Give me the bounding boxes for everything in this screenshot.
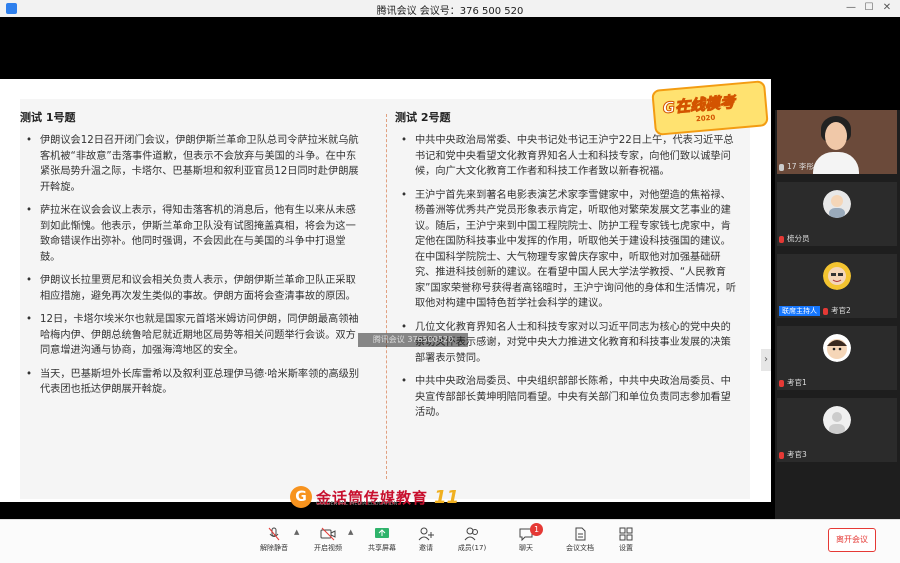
video-options-caret-icon[interactable]: ▲	[348, 528, 353, 536]
invite-button[interactable]: 邀请	[404, 524, 448, 560]
exam-document: 测试 1号题 伊朗议会12日召开闭门会议，伊朗伊斯兰革命卫队总司令萨拉米就乌航客…	[20, 99, 750, 508]
participant-face	[825, 122, 847, 150]
video-off-icon	[320, 527, 336, 541]
column-divider	[386, 114, 387, 479]
meeting-watermark: 腾讯会议 376500520	[358, 333, 468, 347]
list-item: 12日，卡塔尔埃米尔也就是国家元首塔米姆访问伊朗，同伊朗最高领袖哈梅内伊、伊朗总…	[20, 312, 375, 359]
left-column: 测试 1号题 伊朗议会12日召开闭门会议，伊朗伊斯兰革命卫队总司令萨拉米就乌航客…	[20, 99, 375, 499]
close-icon[interactable]: ✕	[880, 1, 894, 15]
participant-tile[interactable]: 考官1	[777, 326, 897, 390]
shared-screen-area: 测试 1号题 伊朗议会12日召开闭门会议，伊朗伊斯兰革命卫队总司令萨拉米就乌航客…	[0, 17, 900, 520]
participant-tile[interactable]: 17 李彤	[777, 110, 897, 174]
members-button[interactable]: 成员(17)	[450, 524, 494, 560]
unmute-button[interactable]: 解除静音	[252, 524, 296, 560]
mic-icon	[779, 163, 784, 171]
mic-muted-icon	[779, 451, 784, 459]
mic-muted-icon	[779, 379, 784, 387]
meeting-docs-button[interactable]: 会议文档	[558, 524, 602, 560]
share-screen-button[interactable]: 共享屏幕	[360, 524, 404, 560]
left-bullet-list: 伊朗议会12日召开闭门会议，伊朗伊斯兰革命卫队总司令萨拉米就乌航客机被“非故意”…	[20, 133, 375, 398]
window-title: 腾讯会议 会议号：376 500 520	[376, 6, 524, 17]
participant-label: 17 李彤	[779, 161, 814, 172]
settings-icon	[619, 527, 633, 541]
settings-button[interactable]: 设置	[604, 524, 648, 560]
document-icon	[575, 527, 586, 541]
minimize-icon[interactable]: —	[844, 1, 858, 15]
avatar	[823, 334, 851, 362]
shared-slide: 测试 1号题 伊朗议会12日召开闭门会议，伊朗伊斯兰革命卫队总司令萨拉米就乌航客…	[0, 79, 771, 508]
left-heading: 测试 1号题	[20, 111, 76, 124]
start-video-button[interactable]: 开启视频	[306, 524, 350, 560]
badge-year: 2020	[695, 113, 716, 124]
share-screen-icon	[375, 528, 389, 538]
title-bar: 腾讯会议 会议号：376 500 520 — ☐ ✕	[0, 0, 900, 18]
participant-tile[interactable]: 梳分员	[777, 182, 897, 246]
avatar	[823, 190, 851, 218]
invite-icon	[418, 527, 434, 541]
brand-g-icon: G	[290, 486, 312, 508]
mic-muted-icon	[779, 235, 784, 243]
brand-number: 11	[434, 486, 460, 508]
list-item: 伊朗议长拉里贾尼和议会相关负责人表示，伊朗伊斯兰革命卫队正采取相应措施，避免再次…	[20, 273, 375, 304]
list-item: 中共中央政治局常委、中央书记处书记王沪宁22日上午，代表习近平总书记和党中央看望…	[395, 133, 750, 180]
avatar	[823, 406, 851, 434]
participant-label: 考官3	[779, 449, 807, 460]
meeting-toolbar: 解除静音 ▲ 开启视频 ▲ 共享屏幕 邀请 成员(17) 聊天 会议文档 设置	[0, 519, 900, 563]
list-item: 王沪宁首先来到著名电影表演艺术家李雪健家中，对他塑造的焦裕禄、杨善洲等优秀共产党…	[395, 188, 750, 312]
participant-label: 联席主持人 考官2	[779, 305, 851, 316]
participant-label: 考官1	[779, 377, 807, 388]
collapse-arrow-icon[interactable]: ›	[761, 349, 771, 371]
participant-tile[interactable]: 考官3	[777, 398, 897, 462]
list-item: 伊朗议会12日召开闭门会议，伊朗伊斯兰革命卫队总司令萨拉米就乌航客机被“非故意”…	[20, 133, 375, 195]
chat-unread-badge: 1	[530, 523, 543, 536]
mic-muted-icon	[268, 527, 280, 541]
right-column: 测试 2号题 中共中央政治局常委、中央书记处书记王沪宁22日上午，代表习近平总书…	[395, 99, 750, 499]
list-item: 当天，巴基斯坦外长库雷希以及叙利亚总理伊马德·哈米斯率领的高级别代表团也抵达伊朗…	[20, 367, 375, 398]
right-bullet-list: 中共中央政治局常委、中央书记处书记王沪宁22日上午，代表习近平总书记和党中央看望…	[395, 133, 750, 421]
cohost-tag: 联席主持人	[779, 306, 820, 316]
participant-tile[interactable]: 联席主持人 考官2	[777, 254, 897, 318]
participant-body	[813, 152, 859, 174]
brand-logo: G 金话筒传媒教育 GOLDEN-MIC MEDIA EDUCATION 11	[290, 484, 459, 510]
participant-panel: 17 李彤 梳分员 联席主持人 考官2 考官1 考官3	[775, 110, 900, 520]
participant-label: 梳分员	[779, 233, 810, 244]
brand-subtitle: GOLDEN-MIC MEDIA EDUCATION	[316, 501, 398, 507]
audio-options-caret-icon[interactable]: ▲	[294, 528, 299, 536]
list-item: 萨拉米在议会会议上表示，得知击落客机的消息后，他有生以来从未感到如此惭愧。他表示…	[20, 203, 375, 265]
avatar	[823, 262, 851, 290]
list-item: 中共中央政治局委员、中央组织部部长陈希，中共中央政治局委员、中央宣传部部长黄坤明…	[395, 374, 750, 421]
members-icon	[464, 527, 478, 541]
leave-meeting-button[interactable]: 离开会议	[828, 528, 876, 552]
maximize-icon[interactable]: ☐	[862, 1, 876, 15]
mic-muted-icon	[823, 307, 828, 315]
